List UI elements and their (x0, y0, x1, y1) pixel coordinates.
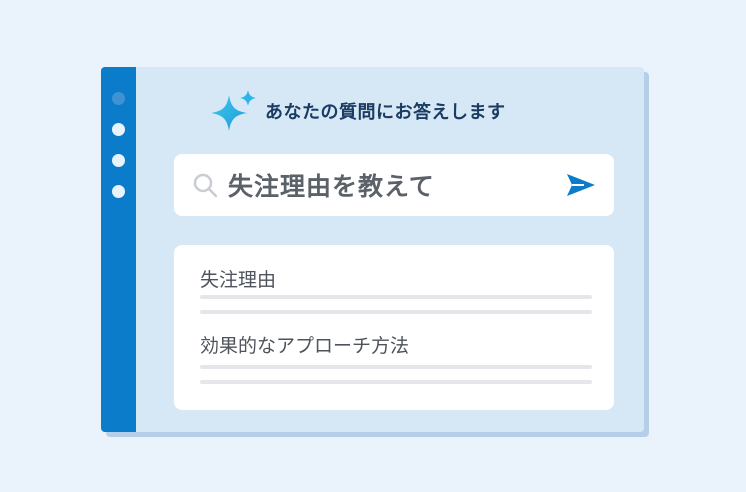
window-dot-1[interactable] (112, 92, 125, 105)
result-item-label[interactable]: 失注理由 (200, 265, 276, 292)
send-icon[interactable] (566, 172, 596, 198)
window-dot-4[interactable] (112, 185, 125, 198)
sparkle-icon (211, 90, 256, 131)
result-item-label[interactable]: 効果的なアプローチ方法 (200, 331, 409, 358)
assistant-window: あなたの質問にお答えします 失注理由を教えて 失注理由 効果的なアプローチ方法 (101, 67, 644, 432)
header-title: あなたの質問にお答えします (265, 102, 506, 123)
search-icon (193, 173, 218, 198)
placeholder-line (200, 310, 592, 314)
placeholder-line (200, 295, 592, 299)
placeholder-line (200, 365, 592, 369)
sidebar (101, 67, 136, 432)
window-dot-2[interactable] (112, 123, 125, 136)
results-panel: 失注理由 効果的なアプローチ方法 (174, 245, 614, 410)
placeholder-line (200, 380, 592, 384)
assistant-header: あなたの質問にお答えします (209, 89, 506, 133)
search-bar[interactable]: 失注理由を教えて (174, 154, 614, 216)
search-input[interactable]: 失注理由を教えて (228, 167, 566, 203)
window-dot-3[interactable] (112, 154, 125, 167)
